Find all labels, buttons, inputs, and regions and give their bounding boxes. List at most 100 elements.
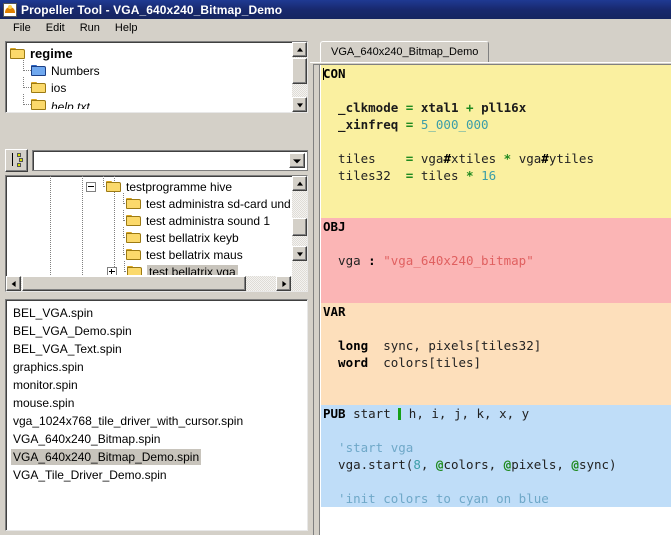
tree-item-ios[interactable]: ios [10, 77, 294, 96]
scroll-thumb-horizontal[interactable] [22, 276, 246, 291]
file-name: BEL_VGA_Demo.spin [13, 324, 132, 338]
folder-icon-yellow [126, 214, 142, 227]
block-keyword-var: VAR [323, 304, 346, 319]
code-content[interactable]: CON _clkmode = xtal1 + pll16x _xinfreq =… [321, 65, 671, 535]
scroll-down-button[interactable] [292, 246, 307, 261]
path-combo-input[interactable] [32, 150, 308, 171]
file-name: vga_1024x768_tile_driver_with_cursor.spi… [13, 414, 244, 428]
collapse-icon[interactable] [86, 181, 96, 192]
project-tree-vscrollbar[interactable] [292, 176, 307, 276]
tree-guide [119, 261, 132, 275]
folder-icon-blue [31, 64, 47, 77]
code-line: long sync, pixels[tiles32] [323, 338, 542, 353]
block-keyword-obj: OBJ [323, 219, 346, 234]
list-item[interactable]: BEL_VGA_Demo.spin [9, 322, 307, 340]
tree-item-test-administra-sound-1[interactable]: test administra sound 1 [6, 210, 291, 229]
list-item[interactable]: monitor.spin [9, 376, 307, 394]
menu-bar: File Edit Run Help [0, 19, 671, 37]
tree-item-numbers[interactable]: Numbers [10, 60, 294, 79]
scroll-down-button[interactable] [292, 97, 307, 112]
file-list: BEL_VGA.spin BEL_VGA_Demo.spin BEL_VGA_T… [6, 300, 307, 484]
list-item[interactable]: vga_1024x768_tile_driver_with_cursor.spi… [9, 412, 307, 430]
file-name: mouse.spin [13, 396, 75, 410]
tab-vga-640x240-bitmap-demo[interactable]: VGA_640x240_Bitmap_Demo [320, 41, 490, 62]
arrow-right-icon [281, 280, 286, 287]
tree-guide [98, 176, 111, 195]
code-line: OBJ [321, 218, 671, 235]
file-name: VGA_Tile_Driver_Demo.spin [13, 468, 167, 482]
arrow-up-icon [296, 47, 303, 52]
folder-icon-yellow [126, 248, 142, 261]
tree-item-test-administra-sd-card[interactable]: test administra sd-card und sou [6, 193, 291, 212]
chevron-down-icon[interactable] [289, 153, 305, 168]
code-editor[interactable]: CON _clkmode = xtal1 + pll16x _xinfreq =… [313, 64, 671, 535]
file-name: BEL_VGA_Text.spin [13, 342, 122, 356]
folder-tree-panel[interactable]: regime Numbers ios help.txt [5, 41, 308, 113]
tree-item-test-bellatrix-keyb[interactable]: test bellatrix keyb [6, 227, 291, 246]
list-item[interactable]: VGA_Tile_Driver_Demo.spin [9, 466, 307, 484]
tree-item-help-txt[interactable]: help.txt [10, 94, 294, 112]
tree-item-label: test bellatrix maus [146, 247, 243, 262]
list-item[interactable]: VGA_640x240_Bitmap.spin [9, 430, 307, 448]
block-keyword-con: CON [323, 66, 346, 81]
tree-item-label: testprogramme hive [126, 179, 233, 194]
tree-item-label: test administra sd-card und sou [146, 196, 291, 211]
list-item[interactable]: BEL_VGA.spin [9, 304, 307, 322]
scroll-thumb[interactable] [292, 218, 307, 236]
tree-item-label: help.txt [51, 100, 90, 109]
code-line: PUB start h, i, j, k, x, y [323, 406, 530, 421]
tree-item-test-bellatrix-vga[interactable]: test bellatrix vga [6, 261, 291, 275]
expand-icon[interactable] [107, 266, 117, 275]
folder-tree-vscrollbar[interactable] [292, 42, 307, 112]
folder-icon-yellow [31, 98, 47, 111]
scroll-left-button[interactable] [6, 276, 21, 291]
folder-tree-list: regime Numbers ios help.txt [6, 42, 294, 112]
scroll-up-button[interactable] [292, 42, 307, 57]
tree-item-label: regime [30, 46, 73, 61]
propeller-icon [3, 2, 17, 17]
list-item[interactable]: mouse.spin [9, 394, 307, 412]
hierarchy-glyph [10, 153, 25, 168]
folder-icon-yellow [10, 47, 26, 60]
menu-item-help[interactable]: Help [108, 21, 146, 36]
scroll-right-button[interactable] [276, 276, 291, 291]
tree-item-label: Numbers [51, 63, 100, 78]
code-line: tiles32 = tiles * 16 [323, 168, 497, 183]
code-block-var: VAR long sync, pixels[tiles32] word colo… [321, 303, 671, 405]
menu-item-file[interactable]: File [6, 21, 39, 36]
file-list-panel[interactable]: BEL_VGA.spin BEL_VGA_Demo.spin BEL_VGA_T… [5, 299, 308, 531]
menu-item-edit[interactable]: Edit [39, 21, 73, 36]
list-item-selected[interactable]: VGA_640x240_Bitmap_Demo.spin [9, 448, 307, 466]
code-line: CON [321, 65, 671, 82]
scroll-thumb[interactable] [292, 58, 307, 84]
tree-hierarchy-icon[interactable] [5, 149, 28, 172]
project-tree-panel[interactable]: testprogramme hive test administra sd-ca… [5, 175, 308, 292]
tab-underline [310, 62, 671, 63]
list-item[interactable]: graphics.spin [9, 358, 307, 376]
tree-item-testprogramme-hive[interactable]: testprogramme hive [6, 176, 291, 195]
project-tree-hscrollbar[interactable] [6, 276, 307, 291]
menu-item-run[interactable]: Run [73, 21, 108, 36]
scroll-up-button[interactable] [292, 176, 307, 191]
tree-item-test-bellatrix-maus[interactable]: test bellatrix maus [6, 244, 291, 263]
tree-guide [118, 193, 131, 212]
tree-guide [18, 60, 31, 79]
code-line: _xinfreq = 5_000_000 [323, 117, 489, 132]
code-line: vga : "vga_640x240_bitmap" [323, 253, 534, 268]
tree-item-regime[interactable]: regime [10, 45, 294, 62]
arrow-down-icon [296, 251, 303, 256]
code-line: tiles = vga#xtiles * vga#ytiles [323, 151, 594, 166]
code-line: VAR [321, 303, 671, 320]
propeller-tool-window: Propeller Tool - VGA_640x240_Bitmap_Demo… [0, 0, 671, 535]
folder-icon-yellow [126, 231, 142, 244]
list-item[interactable]: BEL_VGA_Text.spin [9, 340, 307, 358]
tree-guide [118, 227, 131, 246]
